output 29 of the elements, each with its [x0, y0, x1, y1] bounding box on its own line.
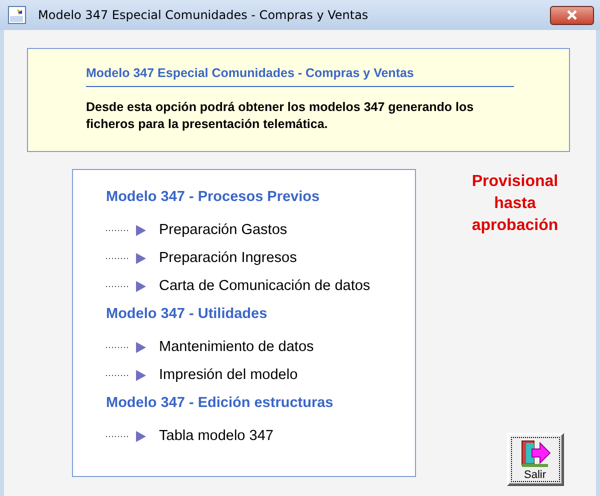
arrow-icon — [136, 280, 146, 292]
section-heading: Modelo 347 - Edición estructuras — [106, 395, 334, 413]
window-title: Modelo 347 Especial Comunidades - Compras y Ventas — [38, 8, 370, 22]
menu-item[interactable]: Mantenimiento de datos — [159, 339, 314, 355]
dotted-leader-icon — [106, 284, 128, 288]
arrow-icon — [136, 370, 146, 380]
arrow-icon — [136, 252, 146, 264]
menu-item[interactable]: Preparación Gastos — [159, 222, 288, 238]
section-heading: Modelo 347 - Procesos Previos — [106, 189, 321, 207]
menu-item[interactable]: Impresión del modelo — [159, 367, 298, 383]
dotted-leader-icon — [106, 346, 128, 348]
section-heading: Modelo 347 - Utilidades — [106, 306, 268, 324]
info-title: Modelo 347 Especial Comunidades - Compras y Ventas — [86, 66, 514, 87]
menu-item[interactable]: Carta de Comunicación de datos — [159, 278, 370, 294]
arrow-icon — [136, 342, 146, 352]
dotted-leader-icon — [106, 434, 128, 438]
close-icon — [566, 10, 578, 20]
exit-button[interactable]: Salir — [506, 433, 564, 486]
info-text: Desde esta opción podrá obtener los modelos 347 generando los ficheros para la presentación telemática. — [86, 99, 475, 133]
menu-item[interactable]: Tabla modelo 347 — [159, 428, 274, 444]
notice-text: Provisional hasta aprobación — [470, 172, 560, 236]
dotted-leader-icon — [106, 256, 128, 260]
arrow-icon — [136, 224, 146, 236]
dotted-leader-icon — [106, 374, 128, 376]
menu-item[interactable]: Preparación Ingresos — [159, 250, 297, 266]
dotted-leader-icon — [106, 228, 128, 232]
close-button[interactable] — [550, 6, 594, 24]
app-icon — [8, 6, 26, 24]
arrow-icon — [136, 430, 146, 442]
